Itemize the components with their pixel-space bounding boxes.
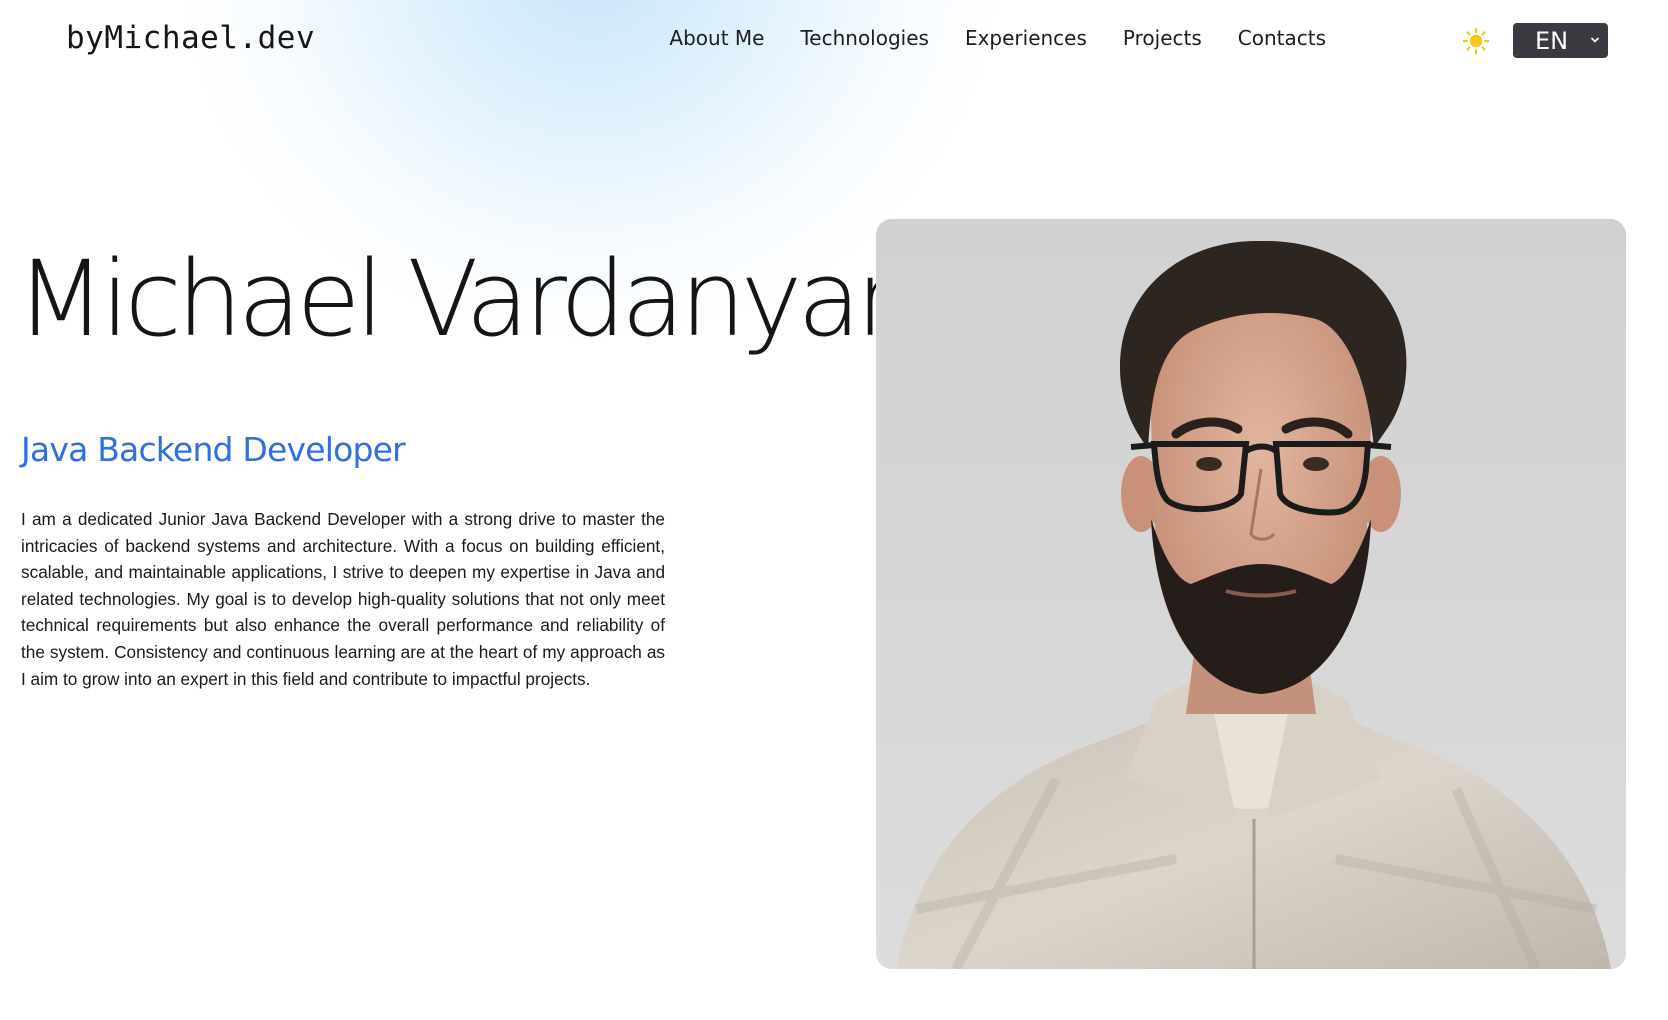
nav-link-contacts[interactable]: Contacts xyxy=(1238,26,1326,50)
language-select[interactable]: EN xyxy=(1513,23,1608,58)
chevron-down-icon xyxy=(1591,37,1599,43)
sun-icon[interactable] xyxy=(1462,27,1490,55)
site-header: byMichael.dev About Me Technologies Expe… xyxy=(0,0,1668,80)
nav-link-about-me[interactable]: About Me xyxy=(669,26,764,50)
hero-name: Michael Vardanyan xyxy=(16,238,922,360)
main-nav: About Me Technologies Experiences Projec… xyxy=(669,26,1326,50)
hero-bio: I am a dedicated Junior Java Backend Dev… xyxy=(21,509,665,689)
profile-photo xyxy=(876,219,1626,969)
nav-link-experiences[interactable]: Experiences xyxy=(965,26,1087,50)
nav-link-technologies[interactable]: Technologies xyxy=(800,26,928,50)
language-select-value: EN xyxy=(1535,26,1569,55)
nav-link-projects[interactable]: Projects xyxy=(1123,26,1202,50)
site-logo[interactable]: byMichael.dev xyxy=(66,20,315,56)
portfolio-page: byMichael.dev About Me Technologies Expe… xyxy=(0,0,1668,1020)
hero-role: Java Backend Developer xyxy=(21,430,406,469)
